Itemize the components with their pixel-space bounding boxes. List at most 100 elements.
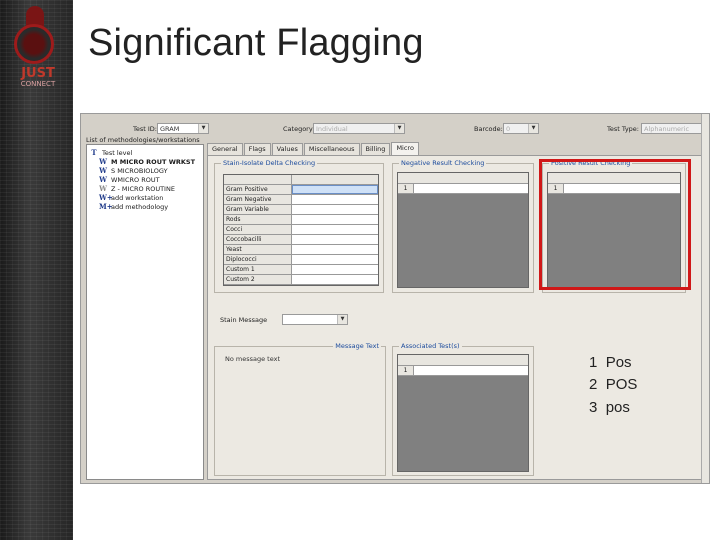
tree-item-z-micro-routine[interactable]: W Z - MICRO ROUTINE — [99, 184, 175, 193]
test-id-combo[interactable]: GRAM ▼ — [157, 123, 209, 134]
barcode-value: 0 — [506, 125, 511, 133]
stain-table-header — [224, 175, 378, 185]
tree-item-label: add methodology — [111, 202, 169, 211]
logo-text: JUST CONNECT — [10, 66, 66, 88]
test-id-value: GRAM — [160, 125, 180, 133]
table-row[interactable]: Gram Negative — [224, 195, 378, 205]
table-row[interactable]: Coccobacilli — [224, 235, 378, 245]
row-label: Cocci — [224, 225, 292, 234]
message-text-group: Message Text No message text — [214, 342, 386, 476]
category-combo[interactable]: Individual ▼ — [313, 123, 405, 134]
table-row[interactable]: Custom 2 — [224, 275, 378, 285]
chevron-down-icon[interactable]: ▼ — [394, 124, 404, 133]
stain-value-cell[interactable] — [292, 215, 378, 224]
message-text-title: Message Text — [333, 342, 381, 350]
table-row[interactable]: Cocci — [224, 225, 378, 235]
note-2: 2 POS — [589, 376, 637, 393]
tab-strip: General Flags Values Miscellaneous Billi… — [207, 142, 420, 155]
tree-item-wmicro-rout[interactable]: W WMICRO ROUT — [99, 175, 160, 184]
test-type-field: Alphanumeric — [641, 123, 703, 134]
tab-values[interactable]: Values — [271, 143, 303, 155]
tree-item-label: M MICRO ROUT WRKST — [111, 157, 196, 166]
logo-sub-text: CONNECT — [20, 80, 56, 88]
row-label: Gram Positive — [224, 185, 292, 194]
tree-item-micro-rout-wrkst[interactable]: W M MICRO ROUT WRKST — [99, 157, 195, 166]
category-value: Individual — [316, 125, 348, 133]
associated-tests-group: Associated Test(s) 1 — [392, 342, 534, 476]
tree-item-add-workstation[interactable]: W+ add workstation — [99, 193, 163, 202]
row-number: 1 — [398, 366, 414, 376]
stain-message-combo[interactable]: ▼ — [282, 314, 348, 325]
app-window: Test ID: GRAM ▼ Category: Individual ▼ B… — [80, 113, 710, 484]
note-1: 1 Pos — [589, 354, 632, 371]
table-row[interactable]: Gram Variable — [224, 205, 378, 215]
test-level-icon: T — [91, 148, 97, 157]
table-row[interactable]: 1 — [398, 366, 528, 376]
tree-item-add-methodology[interactable]: M+ add methodology — [99, 202, 168, 211]
table-row[interactable]: 1 — [398, 184, 528, 194]
associated-tests-grid[interactable]: 1 — [397, 354, 529, 472]
logo-main-text: JUST — [21, 66, 55, 81]
workstation-icon: W — [99, 166, 107, 175]
chevron-down-icon[interactable]: ▼ — [337, 315, 347, 324]
table-row[interactable]: Rods — [224, 215, 378, 225]
message-text-value: No message text — [225, 355, 281, 363]
tree-item-label: Test level — [102, 148, 133, 157]
micro-tab-panel: Stain-Isolate Delta Checking Gram Positi… — [207, 155, 705, 480]
stain-value-cell[interactable] — [292, 275, 378, 284]
note-text: Pos — [605, 354, 632, 371]
note-text: POS — [605, 376, 638, 393]
stain-message-label: Stain Message — [220, 316, 268, 324]
stain-value-cell[interactable] — [292, 185, 378, 194]
stain-value-cell[interactable] — [292, 265, 378, 274]
workstation-icon: W — [99, 184, 107, 193]
test-id-label: Test ID: — [133, 125, 157, 133]
tab-flags[interactable]: Flags — [243, 143, 271, 155]
test-type-label: Test Type: — [607, 125, 639, 133]
tab-miscellaneous[interactable]: Miscellaneous — [303, 143, 360, 155]
test-cell[interactable] — [414, 366, 528, 376]
stain-value-cell[interactable] — [292, 195, 378, 204]
row-label: Custom 2 — [224, 275, 292, 284]
workstation-icon: W — [99, 157, 107, 166]
negative-result-grid[interactable]: 1 — [397, 172, 529, 288]
add-workstation-icon: W+ — [99, 193, 113, 202]
result-cell[interactable] — [414, 184, 528, 194]
left-decorative-strip: JUST CONNECT — [0, 0, 73, 540]
associated-tests-title: Associated Test(s) — [399, 342, 462, 350]
add-methodology-icon: M+ — [99, 202, 113, 211]
category-label: Category: — [283, 125, 315, 133]
note-number: 1 — [589, 354, 598, 371]
vertical-scrollbar[interactable] — [701, 114, 709, 483]
stain-isolate-title: Stain-Isolate Delta Checking — [221, 159, 318, 167]
positive-result-highlight — [539, 159, 691, 290]
tree-item-label: WMICRO ROUT — [111, 175, 160, 184]
tab-billing[interactable]: Billing — [360, 143, 391, 155]
slide-title: Significant Flagging — [88, 22, 424, 64]
tab-micro[interactable]: Micro — [391, 142, 419, 155]
tab-general[interactable]: General — [207, 143, 243, 155]
table-row[interactable]: Yeast — [224, 245, 378, 255]
row-label: Coccobacilli — [224, 235, 292, 244]
stain-value-cell[interactable] — [292, 255, 378, 264]
chevron-down-icon[interactable]: ▼ — [528, 124, 538, 133]
workstation-icon: W — [99, 175, 107, 184]
grid-header — [398, 355, 528, 366]
table-row[interactable]: Custom 1 — [224, 265, 378, 275]
barcode-combo[interactable]: 0 ▼ — [503, 123, 539, 134]
chevron-down-icon[interactable]: ▼ — [198, 124, 208, 133]
stain-value-cell[interactable] — [292, 205, 378, 214]
methodology-tree: T Test level W M MICRO ROUT WRKST W S MI… — [86, 144, 204, 480]
stain-value-cell[interactable] — [292, 225, 378, 234]
row-number: 1 — [398, 184, 414, 194]
tree-item-test-level[interactable]: T Test level — [90, 148, 132, 157]
stain-isolate-group: Stain-Isolate Delta Checking Gram Positi… — [214, 159, 384, 293]
logo: JUST CONNECT — [8, 6, 64, 102]
table-row[interactable]: Diplococci — [224, 255, 378, 265]
stain-value-cell[interactable] — [292, 245, 378, 254]
tree-item-s-microbiology[interactable]: W S MICROBIOLOGY — [99, 166, 168, 175]
tree-item-label: Z - MICRO ROUTINE — [111, 184, 175, 193]
stain-value-cell[interactable] — [292, 235, 378, 244]
table-row[interactable]: Gram Positive — [224, 185, 378, 195]
row-label: Yeast — [224, 245, 292, 254]
